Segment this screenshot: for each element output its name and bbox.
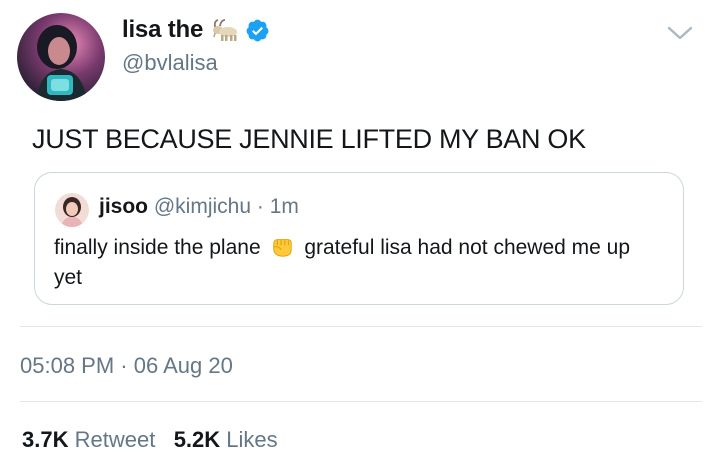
like-label: Likes (226, 427, 278, 452)
author-avatar[interactable] (17, 13, 105, 101)
like-stat[interactable]: 5.2K Likes (174, 427, 278, 452)
quoted-tweet[interactable]: jisoo @kimjichu · 1m finally inside the … (34, 172, 684, 305)
tweet-stats: 3.7K Retweet 5.2K Likes (22, 427, 278, 453)
divider (20, 326, 702, 327)
tweet-timestamp[interactable]: 05:08 PM · 06 Aug 20 (20, 353, 233, 379)
quoted-header: jisoo @kimjichu · 1m (99, 195, 299, 219)
retweet-count: 3.7K (22, 427, 69, 452)
divider (20, 401, 702, 402)
author-handle[interactable]: @bvlalisa (122, 50, 218, 76)
like-count: 5.2K (173, 427, 221, 452)
raised-fist-emoji-icon (268, 234, 296, 258)
quoted-author-avatar (55, 193, 89, 227)
quoted-handle-time: @kimjichu · 1m (153, 195, 299, 218)
retweet-stat[interactable]: 3.7K Retweet (22, 427, 161, 452)
verified-badge-icon (245, 18, 270, 43)
tweet-card: lisa the @bvlalisa JUST BECAUSE JENNIE L… (0, 0, 720, 471)
quoted-text: finally inside the plane grateful lisa h… (54, 233, 654, 293)
tweet-text: JUST BECAUSE JENNIE LIFTED MY BAN OK (32, 124, 586, 154)
quoted-display-name: jisoo (99, 195, 149, 218)
author-display-name[interactable]: lisa the (122, 16, 203, 44)
chevron-down-icon[interactable] (665, 22, 695, 44)
author-name-row: lisa the (122, 16, 270, 44)
quoted-text-part1: finally inside the plane (54, 236, 261, 259)
retweet-label: Retweet (74, 427, 156, 452)
goat-emoji-icon (209, 18, 239, 42)
